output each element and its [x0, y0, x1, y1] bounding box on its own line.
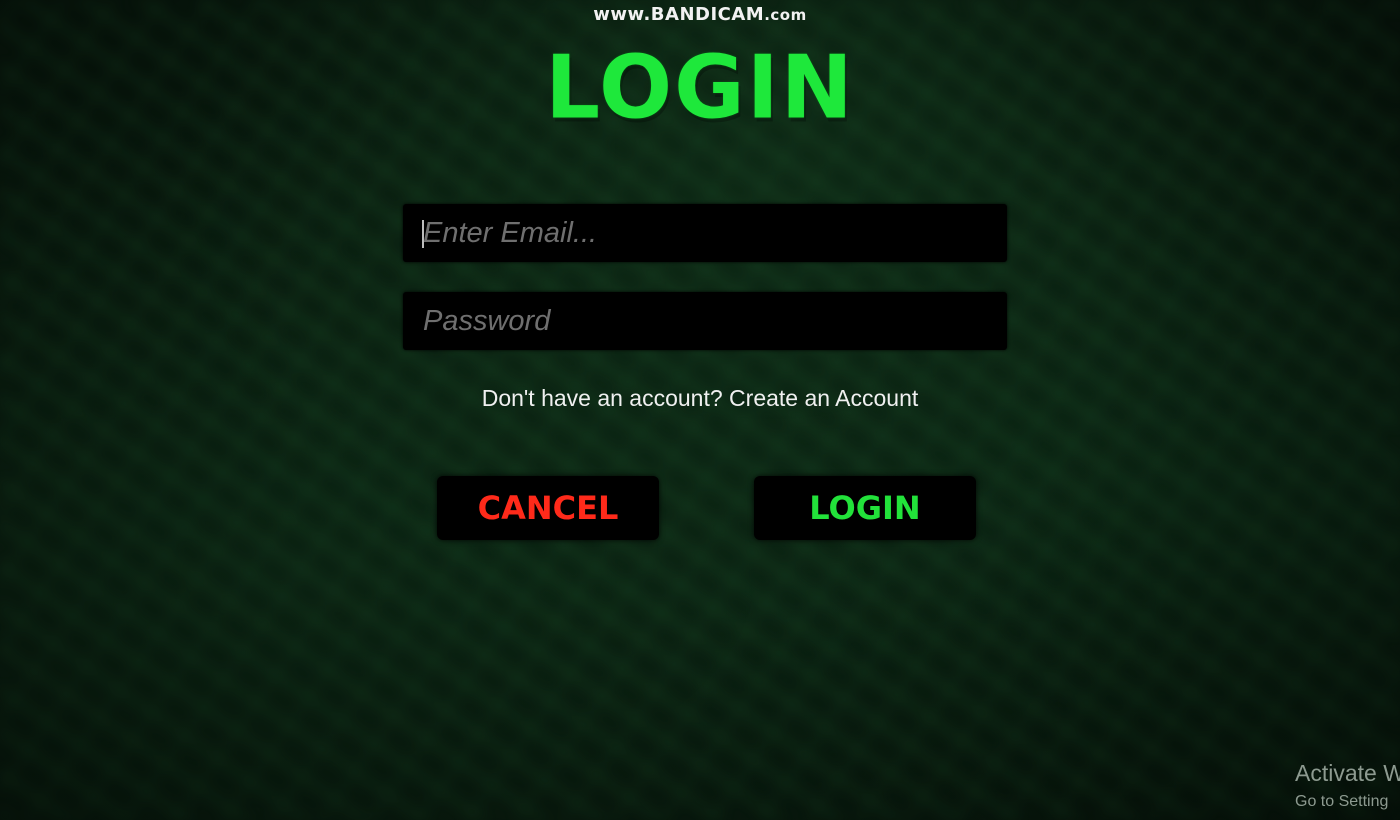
bandicam-watermark: www.BANDICAM.com — [0, 4, 1400, 25]
windows-activation-notice: Activate W Go to Setting — [1295, 760, 1400, 811]
activation-line2: Go to Setting — [1295, 793, 1389, 810]
text-caret — [422, 220, 424, 248]
password-field[interactable] — [403, 292, 1007, 350]
email-field[interactable] — [403, 204, 1007, 262]
login-button[interactable]: LOGIN — [754, 476, 976, 540]
signup-prompt: Don't have an account? Create an Account — [0, 385, 1400, 412]
password-input[interactable] — [403, 292, 1007, 350]
create-account-link[interactable]: Create an Account — [729, 385, 918, 411]
page-title: LOGIN — [545, 37, 855, 139]
watermark-suffix: .com — [764, 6, 807, 24]
watermark-main: www.BANDICAM — [593, 4, 765, 25]
activation-line1: Activate W — [1295, 760, 1400, 786]
signup-text: Don't have an account? — [481, 385, 723, 411]
email-input[interactable] — [403, 204, 1007, 262]
cancel-button[interactable]: CANCEL — [437, 476, 659, 540]
